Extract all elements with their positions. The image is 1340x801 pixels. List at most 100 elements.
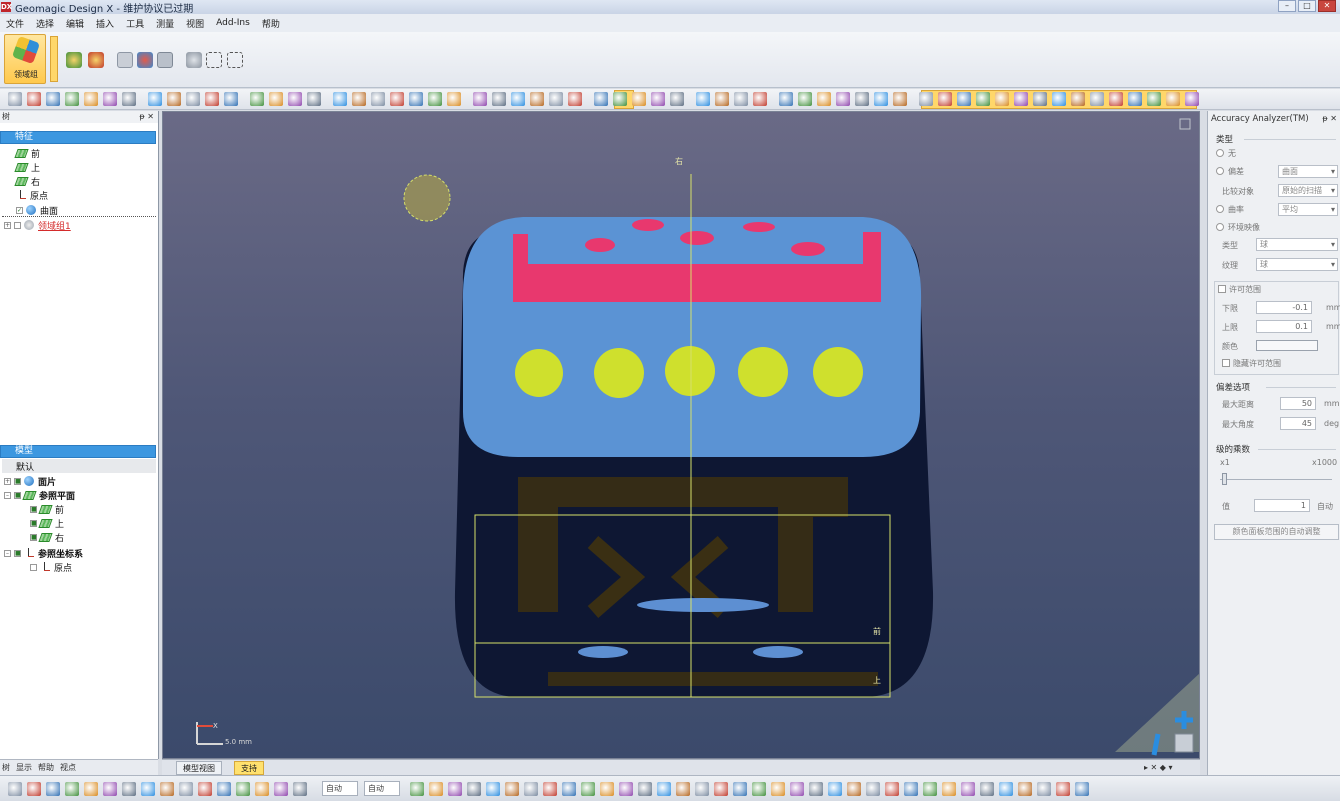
status-tool-icon[interactable] (1037, 782, 1051, 796)
tree-item-front[interactable]: 前 (14, 146, 40, 160)
toolbar-tool-icon[interactable] (511, 92, 525, 106)
toolbar-tool-icon[interactable] (307, 92, 321, 106)
status-tool-icon[interactable] (828, 782, 842, 796)
model-item-front[interactable]: ■ 前 (30, 502, 64, 516)
toolbar-tool-icon[interactable] (1052, 92, 1066, 106)
menu-view[interactable]: 视图 (186, 17, 204, 30)
toolbar-tool-icon[interactable] (836, 92, 850, 106)
toolbar-tool-icon[interactable] (1109, 92, 1123, 106)
status-tool-icon[interactable] (999, 782, 1013, 796)
radio-deviation[interactable] (1216, 167, 1224, 175)
toolbar-tool-icon[interactable] (186, 92, 200, 106)
status-tool-icon[interactable] (562, 782, 576, 796)
status-tool-icon[interactable] (638, 782, 652, 796)
texture-dropdown[interactable]: 球 (1256, 258, 1338, 271)
select-all-icon[interactable] (206, 52, 222, 68)
toolbar-tool-icon[interactable] (205, 92, 219, 106)
region-group-button[interactable]: 领域组 (4, 34, 46, 84)
status-tool-icon[interactable] (714, 782, 728, 796)
tab-tree[interactable]: 树 (2, 762, 10, 773)
toolbar-tool-icon[interactable] (103, 92, 117, 106)
tree-item-origin[interactable]: 原点 (16, 188, 48, 202)
panel-pin-close[interactable]: ᵽ ✕ (139, 111, 154, 123)
status-tool-icon[interactable] (695, 782, 709, 796)
toolbar-tool-icon[interactable] (1071, 92, 1085, 106)
tolerance-checkbox[interactable] (1218, 285, 1226, 293)
toolbar-tool-icon[interactable] (613, 92, 627, 106)
status-tool-icon[interactable] (236, 782, 250, 796)
toolbar-tool-icon[interactable] (224, 92, 238, 106)
tab-model-view[interactable]: 模型视图 (176, 761, 222, 775)
model-default-row[interactable]: 默认 (2, 459, 156, 473)
toolbar-tool-icon[interactable] (122, 92, 136, 106)
status-tool-icon[interactable] (847, 782, 861, 796)
model-item-origin[interactable]: 原点 (30, 560, 72, 574)
menu-insert[interactable]: 插入 (96, 17, 114, 30)
status-tool-icon[interactable] (980, 782, 994, 796)
tree-item-right[interactable]: 右 (14, 174, 40, 188)
tab-support[interactable]: 支持 (234, 761, 264, 775)
curvature-dropdown[interactable]: 平均 (1278, 203, 1338, 216)
toolbar-tool-icon[interactable] (779, 92, 793, 106)
auto-segment-icon[interactable] (66, 52, 82, 68)
upper-limit-input[interactable]: 0.1 (1256, 320, 1312, 333)
menu-tools[interactable]: 工具 (126, 17, 144, 30)
toolbar-tool-icon[interactable] (1147, 92, 1161, 106)
max-angle-input[interactable]: 45 (1280, 417, 1316, 430)
status-tool-icon[interactable] (103, 782, 117, 796)
status-tool-icon[interactable] (27, 782, 41, 796)
toolbar-tool-icon[interactable] (798, 92, 812, 106)
analyzer-pin-close[interactable]: ᵽ ✕ (1322, 114, 1337, 123)
status-tool-icon[interactable] (255, 782, 269, 796)
status-tool-icon[interactable] (122, 782, 136, 796)
status-tool-icon[interactable] (8, 782, 22, 796)
expand-toggle-icon[interactable]: + (4, 477, 11, 485)
visibility-checkbox[interactable]: ✓ (16, 206, 23, 214)
feature-root-row[interactable]: 特征 (0, 131, 156, 144)
toolbar-tool-icon[interactable] (919, 92, 933, 106)
toolbar-tool-icon[interactable] (447, 92, 461, 106)
ribbon-dropdown-handle[interactable] (50, 36, 58, 82)
status-tool-icon[interactable] (160, 782, 174, 796)
radio-curvature[interactable] (1216, 205, 1224, 213)
toolbar-tool-icon[interactable] (594, 92, 608, 106)
toolbar-tool-icon[interactable] (753, 92, 767, 106)
toolbar-tool-icon[interactable] (893, 92, 907, 106)
status-tool-icon[interactable] (274, 782, 288, 796)
status-tool-icon[interactable] (84, 782, 98, 796)
status-tool-icon[interactable] (676, 782, 690, 796)
status-tool-icon[interactable] (543, 782, 557, 796)
status-tool-icon[interactable] (1075, 782, 1089, 796)
toolbar-tool-icon[interactable] (390, 92, 404, 106)
status-tool-icon[interactable] (1056, 782, 1070, 796)
menu-measure[interactable]: 测量 (156, 17, 174, 30)
toolbar-tool-icon[interactable] (167, 92, 181, 106)
toolbar-tool-icon[interactable] (715, 92, 729, 106)
toolbar-tool-icon[interactable] (1014, 92, 1028, 106)
status-tool-icon[interactable] (619, 782, 633, 796)
toolbar-tool-icon[interactable] (352, 92, 366, 106)
status-tool-icon[interactable] (467, 782, 481, 796)
status-tool-icon[interactable] (733, 782, 747, 796)
status-tool-icon[interactable] (65, 782, 79, 796)
menu-help[interactable]: 帮助 (262, 17, 280, 30)
status-tool-icon[interactable] (790, 782, 804, 796)
status-tool-icon[interactable] (141, 782, 155, 796)
multiplier-slider-thumb[interactable] (1222, 473, 1227, 485)
deviation-dropdown[interactable]: 曲面 (1278, 165, 1338, 178)
status-tool-icon[interactable] (179, 782, 193, 796)
insert-icon[interactable] (157, 52, 173, 68)
toolbar-tool-icon[interactable] (957, 92, 971, 106)
env-type-dropdown[interactable]: 球 (1256, 238, 1338, 251)
visibility-checkbox[interactable] (14, 221, 21, 229)
status-tool-icon[interactable] (809, 782, 823, 796)
status-tool-icon[interactable] (1018, 782, 1032, 796)
status-tool-icon[interactable] (46, 782, 60, 796)
status-tool-icon[interactable] (217, 782, 231, 796)
tab-help[interactable]: 帮助 (38, 762, 54, 773)
visibility-checkbox[interactable]: ■ (14, 477, 21, 485)
max-distance-input[interactable]: 50 (1280, 397, 1316, 410)
hide-tolerance-checkbox[interactable] (1222, 359, 1230, 367)
tree-item-region-group[interactable]: + 领域组1 (4, 218, 71, 232)
status-tool-icon[interactable] (429, 782, 443, 796)
